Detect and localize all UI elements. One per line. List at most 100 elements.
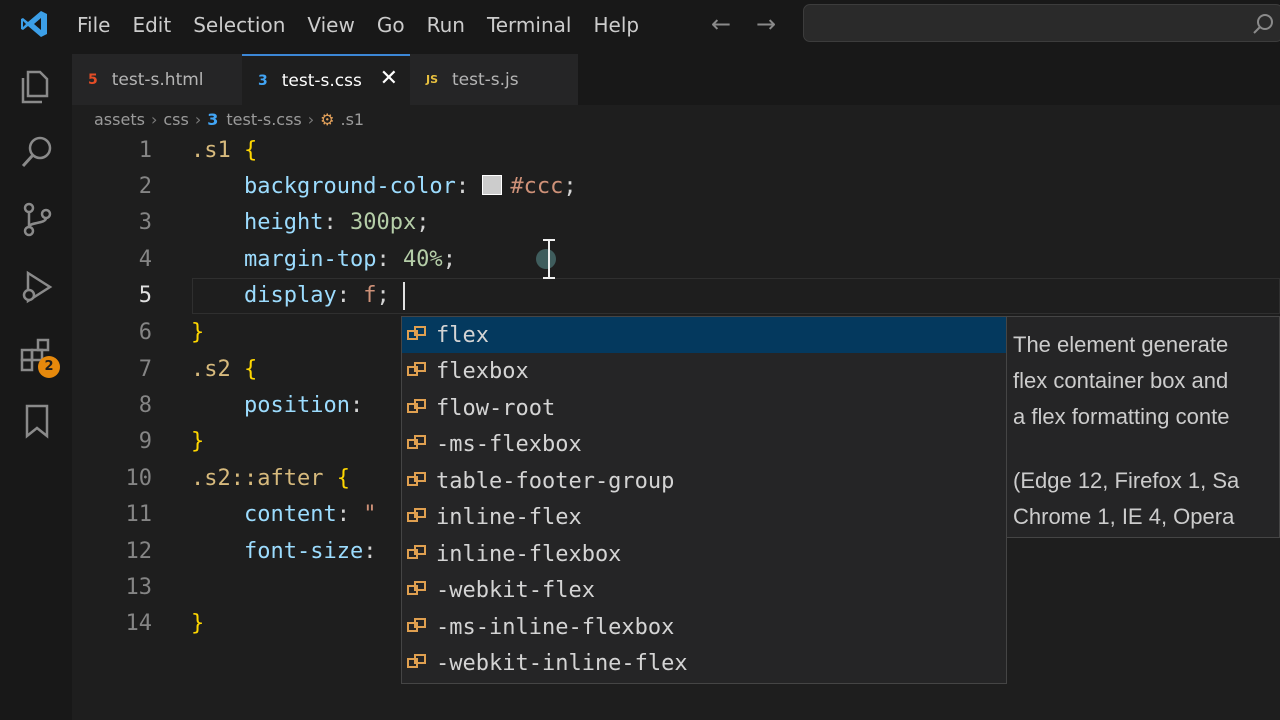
code-line: } bbox=[191, 606, 204, 642]
tab-label: test-s.css bbox=[281, 70, 362, 91]
suggestion-label: -ms-inline-flexbox bbox=[436, 614, 675, 640]
tab-label: test-s.html bbox=[111, 69, 204, 90]
css-value: f bbox=[363, 283, 377, 308]
menu-terminal[interactable]: Terminal bbox=[476, 0, 583, 50]
chevron-right-icon: › bbox=[150, 109, 158, 129]
close-icon[interactable]: ✕ bbox=[380, 66, 398, 91]
value-keyword-icon bbox=[407, 326, 426, 340]
selector-symbol-icon: ⚙ bbox=[320, 109, 335, 129]
css-value: " bbox=[363, 502, 377, 527]
suggestion-label: inline-flex bbox=[436, 504, 582, 530]
css-value: #ccc bbox=[510, 174, 564, 199]
css-file-icon: 3 bbox=[258, 72, 268, 89]
code-line: margin-top: 40%; bbox=[243, 247, 456, 272]
suggestion-label: flexbox bbox=[436, 358, 529, 384]
suggestion-item[interactable]: -ms-flexbox bbox=[402, 426, 1006, 462]
suggestion-item[interactable]: inline-flex bbox=[402, 499, 1006, 535]
code-line: .s2 { bbox=[191, 352, 257, 388]
css-property: position bbox=[243, 393, 350, 418]
line-number: 5 bbox=[138, 283, 152, 308]
run-debug-icon[interactable] bbox=[18, 268, 56, 306]
tab-test-s-js[interactable]: JS test-s.js bbox=[410, 54, 578, 105]
brace: { bbox=[244, 357, 258, 382]
css-selector: .s2 bbox=[191, 357, 231, 382]
suggestion-label: flex bbox=[436, 322, 489, 348]
code-line: .s2::after { bbox=[191, 461, 350, 497]
details-text: flex container box and bbox=[1013, 368, 1229, 393]
line-number: 12 bbox=[125, 539, 153, 564]
search-icon bbox=[1253, 14, 1273, 34]
css-value: 300px bbox=[349, 210, 417, 235]
line-number: 7 bbox=[138, 357, 152, 382]
line-number: 1 bbox=[138, 138, 152, 163]
suggestion-label: -webkit-flex bbox=[436, 577, 595, 603]
ibeam-cursor-icon bbox=[536, 239, 556, 279]
menu-help[interactable]: Help bbox=[582, 0, 650, 50]
suggestion-label: -ms-flexbox bbox=[436, 431, 582, 457]
suggestion-details: The element generate flex container box … bbox=[1007, 316, 1280, 538]
suggestion-item[interactable]: -webkit-inline-flex bbox=[402, 645, 1006, 681]
breadcrumb-item-css[interactable]: css bbox=[163, 110, 188, 129]
explorer-files-icon[interactable] bbox=[18, 68, 56, 106]
brace: } bbox=[191, 611, 205, 636]
extensions-badge: 2 bbox=[38, 356, 60, 378]
code-line: } bbox=[191, 315, 204, 351]
breadcrumb-item-file[interactable]: test-s.css bbox=[226, 110, 301, 129]
menu-selection[interactable]: Selection bbox=[182, 0, 296, 50]
suggestion-item[interactable]: table-footer-group bbox=[402, 463, 1006, 499]
suggestion-item[interactable]: inline-flexbox bbox=[402, 536, 1006, 572]
breadcrumb: assets › css › 3 test-s.css › ⚙ .s1 bbox=[94, 106, 364, 132]
vscode-logo-icon bbox=[21, 11, 47, 37]
suggestion-item[interactable]: -webkit-flex bbox=[402, 572, 1006, 608]
suggestion-label: flow-root bbox=[436, 395, 556, 421]
code-line: background-color: #ccc; bbox=[243, 174, 577, 199]
html-file-icon: 5 bbox=[88, 71, 98, 88]
menu-go[interactable]: Go bbox=[366, 0, 416, 50]
tab-label: test-s.js bbox=[452, 69, 519, 90]
line-number: 8 bbox=[138, 393, 152, 418]
css-property: font-size bbox=[243, 539, 364, 564]
details-text: a flex formatting conte bbox=[1013, 404, 1230, 429]
suggestion-label: table-footer-group bbox=[436, 468, 675, 494]
suggestion-item[interactable]: flow-root bbox=[402, 390, 1006, 426]
suggestion-list: flex flexbox flow-root -ms-flexbox table… bbox=[401, 316, 1007, 684]
value-keyword-icon bbox=[407, 618, 426, 632]
source-control-icon[interactable] bbox=[18, 200, 56, 238]
css-selector: .s2::after bbox=[191, 466, 324, 491]
brace: } bbox=[191, 429, 205, 454]
menu-file[interactable]: File bbox=[66, 0, 121, 50]
menu-bar: File Edit Selection View Go Run Terminal… bbox=[66, 0, 650, 50]
arrow-right-icon[interactable]: → bbox=[756, 10, 776, 38]
value-keyword-icon bbox=[407, 399, 426, 413]
suggestion-label: inline-flexbox bbox=[436, 541, 622, 567]
line-number: 3 bbox=[138, 210, 152, 235]
arrow-left-icon[interactable]: ← bbox=[711, 10, 731, 38]
chevron-right-icon: › bbox=[307, 109, 315, 129]
command-center-search[interactable] bbox=[803, 4, 1280, 42]
css-property: margin-top bbox=[243, 247, 377, 272]
bookmark-icon[interactable] bbox=[18, 402, 56, 440]
suggestion-item[interactable]: -ms-inline-flexbox bbox=[402, 609, 1006, 645]
value-keyword-icon bbox=[407, 435, 426, 449]
value-keyword-icon bbox=[407, 508, 426, 522]
line-number: 4 bbox=[138, 247, 152, 272]
browser-compat: Chrome 1, IE 4, Opera bbox=[1013, 504, 1235, 529]
menu-edit[interactable]: Edit bbox=[121, 0, 182, 50]
color-swatch[interactable] bbox=[482, 175, 503, 195]
tab-test-s-html[interactable]: 5 test-s.html bbox=[72, 54, 242, 105]
brace: { bbox=[336, 466, 350, 491]
css-value: 40% bbox=[402, 247, 443, 272]
code-line: } bbox=[191, 424, 204, 460]
tab-bar: 5 test-s.html 3 test-s.css ✕ JS test-s.j… bbox=[72, 50, 1280, 105]
search-icon[interactable] bbox=[18, 134, 56, 172]
tab-test-s-css[interactable]: 3 test-s.css ✕ bbox=[242, 54, 410, 105]
breadcrumb-item-selector[interactable]: .s1 bbox=[341, 110, 365, 129]
menu-run[interactable]: Run bbox=[416, 0, 476, 50]
line-number: 13 bbox=[125, 575, 153, 600]
breadcrumb-item-assets[interactable]: assets bbox=[94, 110, 145, 129]
suggestion-item[interactable]: flex bbox=[402, 317, 1006, 353]
menu-view[interactable]: View bbox=[296, 0, 365, 50]
line-number: 10 bbox=[125, 466, 153, 491]
value-keyword-icon bbox=[407, 545, 426, 559]
suggestion-item[interactable]: flexbox bbox=[402, 353, 1006, 389]
